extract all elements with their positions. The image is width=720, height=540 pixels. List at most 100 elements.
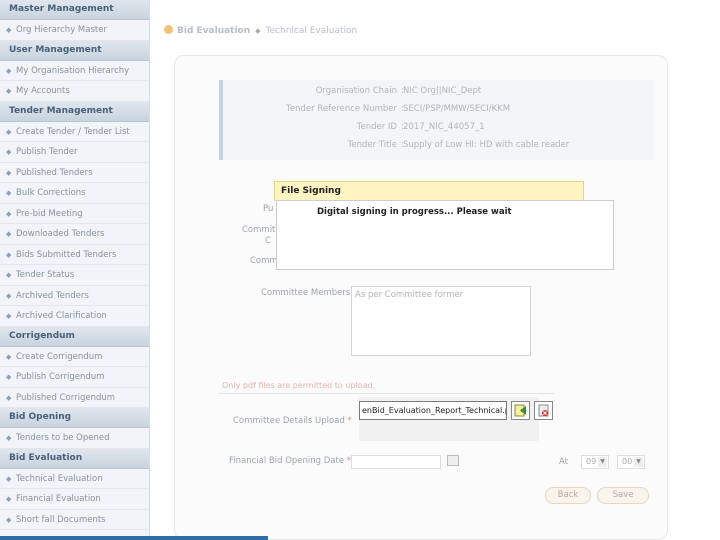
sidebar-item-publish-corrigendum[interactable]: ◆ Publish Corrigendum — [0, 367, 149, 388]
sidebar-item-label: Published Tenders — [16, 167, 93, 178]
sidebar-item-label: Tender Status — [16, 270, 75, 280]
committee-members-label: Committee Members — [261, 288, 351, 298]
reference-label: Tender Reference Number — [286, 104, 397, 114]
signing-progress-message: Digital signing in progress... Please wa… — [317, 207, 512, 217]
bullet-icon: ◆ — [6, 148, 12, 156]
sidebar-section-bid-opening: Bid Opening — [0, 408, 149, 428]
pdf-only-warning: Only pdf files are permitted to upload. — [219, 378, 555, 394]
uploaded-file-name: enBid_Evaluation_Report_Technical.pdf — [359, 401, 507, 420]
sidebar-item-publish-tender[interactable]: ◆ Publish Tender — [0, 142, 149, 163]
breadcrumb-separator-icon: ◆ — [255, 27, 261, 35]
file-signing-dialog: Digital signing in progress... Please wa… — [276, 200, 614, 270]
sidebar-item-label: Pre-bid Meeting — [16, 208, 83, 219]
info-row-tender-id: Tender ID:2017_NIC_44057_1 — [223, 122, 657, 138]
bullet-icon: ◆ — [6, 168, 12, 177]
sidebar-section-user-management: User Management — [0, 40, 149, 61]
bullet-icon: ◆ — [6, 352, 12, 361]
bullet-icon: ◆ — [6, 291, 12, 300]
sidebar-item-label: My Accounts — [16, 86, 70, 96]
sidebar-item-short-fall-documents[interactable]: ◆ Short fall Documents — [0, 509, 149, 530]
upload-box: enBid_Evaluation_Report_Technical.pdf — [359, 397, 553, 441]
tender-info-box: Organisation Chain: NIC Org||NIC_Dept Ten… — [219, 80, 653, 160]
at-label: At — [559, 457, 568, 467]
sidebar-item-published-tenders[interactable]: ◆ Published Tenders — [0, 162, 149, 183]
sidebar-section-master-management: Master Management — [0, 0, 149, 20]
committee-label-2: Comm — [250, 256, 278, 266]
sidebar-item-create-tender[interactable]: ◆ Create Tender / Tender List — [0, 121, 149, 142]
financial-bid-opening-label: Financial Bid Opening Date * — [229, 456, 351, 466]
bullet-icon: ◆ — [6, 66, 12, 75]
org-chain-value: NIC Org||NIC_Dept — [403, 86, 482, 96]
sidebar-item-financial-evaluation[interactable]: ◆ Financial Evaluation — [0, 489, 149, 510]
sidebar-item-downloaded-tenders[interactable]: ◆ Downloaded Tenders — [0, 224, 149, 245]
sidebar-item-label: Archived Tenders — [16, 290, 89, 301]
bullet-icon: ◆ — [6, 209, 12, 218]
dropdown-arrow-icon: ▼ — [598, 457, 607, 467]
bullet-icon: ◆ — [6, 271, 12, 279]
info-row-org-chain: Organisation Chain: NIC Org||NIC_Dept — [223, 86, 657, 102]
sidebar-section-bid-evaluation: Bid Evaluation — [0, 448, 149, 469]
minute-value: 00 — [622, 457, 633, 466]
sidebar-item-tender-status[interactable]: ◆ Tender Status — [0, 265, 149, 286]
sidebar-item-my-accounts[interactable]: ◆ My Accounts — [0, 81, 149, 102]
bullet-icon: ◆ — [6, 26, 12, 34]
bullet-icon: ◆ — [6, 393, 12, 402]
delete-file-icon-svg — [538, 404, 549, 417]
download-file-icon[interactable] — [511, 401, 530, 420]
sidebar-item-label: Tenders to be Opened — [16, 433, 110, 443]
org-chain-label: Organisation Chain — [315, 86, 397, 96]
main-content: Bid Evaluation ◆ Technical Evaluation Orga… — [150, 0, 720, 540]
sidebar-item-my-organisation-hierarchy[interactable]: ◆ My Organisation Hierarchy — [0, 60, 149, 81]
download-file-icon-svg — [514, 404, 526, 417]
tender-title-value: Supply of Low HI: HD with cable reader — [403, 140, 570, 150]
financial-bid-date-input[interactable] — [351, 455, 441, 469]
info-row-reference: Tender Reference Number: SECI/PSP/MMW/SEC… — [223, 104, 657, 120]
sidebar-item-technical-evaluation[interactable]: ◆ Technical Evaluation — [0, 468, 149, 489]
bullet-icon: ◆ — [6, 434, 12, 442]
hour-select[interactable]: 09 ▼ — [581, 455, 609, 469]
sidebar-item-label: Published Corrigendum — [16, 392, 116, 403]
upload-label-text: Committee Details Upload — [233, 416, 345, 426]
reference-value: SECI/PSP/MMW/SECI/KKM — [403, 104, 511, 114]
tender-id-label: Tender ID — [356, 122, 397, 132]
sidebar-item-tenders-to-be-opened[interactable]: ◆ Tenders to be Opened — [0, 428, 149, 449]
sidebar-item-published-corrigendum[interactable]: ◆ Published Corrigendum — [0, 387, 149, 408]
sidebar-section-tender-management: Tender Management — [0, 101, 149, 122]
delete-file-icon[interactable] — [534, 401, 553, 420]
bullet-icon: ◆ — [6, 515, 12, 524]
sidebar-item-label: Org Hierarchy Master — [16, 25, 107, 35]
financial-label-text: Financial Bid Opening Date — [229, 456, 345, 466]
dropdown-arrow-icon: ▼ — [634, 457, 643, 467]
sidebar-item-org-hierarchy-master[interactable]: ◆ Org Hierarchy Master — [0, 20, 149, 41]
calendar-icon[interactable] — [447, 455, 459, 466]
sidebar-item-archived-clarification[interactable]: ◆ Archived Clarification — [0, 306, 149, 327]
committee-upload-label: Committee Details Upload * — [233, 416, 352, 426]
save-button[interactable]: Save — [597, 487, 649, 504]
sidebar-item-label: Bulk Corrections — [16, 188, 86, 198]
breadcrumb-current: Technical Evaluation — [265, 26, 358, 36]
sidebar-item-archived-tenders[interactable]: ◆ Archived Tenders — [0, 285, 149, 306]
sidebar-item-pre-bid-meeting[interactable]: ◆ Pre-bid Meeting — [0, 203, 149, 224]
sidebar-item-bulk-corrections[interactable]: ◆ Bulk Corrections — [0, 183, 149, 204]
pu-label: Pu — [263, 204, 274, 214]
back-button[interactable]: Back — [545, 487, 591, 504]
tender-id-value: 2017_NIC_44057_1 — [403, 122, 485, 132]
sidebar-item-create-corrigendum[interactable]: ◆ Create Corrigendum — [0, 346, 149, 367]
sidebar-item-label: Short fall Documents — [16, 514, 106, 525]
sidebar-item-label: Publish Corrigendum — [16, 372, 105, 382]
sidebar-item-label: Publish Tender — [16, 147, 78, 157]
sidebar-item-label: Financial Evaluation — [16, 494, 101, 504]
sidebar-section-corrigendum: Corrigendum — [0, 326, 149, 347]
bullet-icon: ◆ — [6, 373, 12, 381]
committee-label-1b: C — [265, 236, 271, 246]
sidebar-item-label: Create Corrigendum — [16, 351, 103, 362]
info-row-tender-title: Tender Title: Supply of Low HI: HD with c… — [223, 140, 657, 156]
breadcrumb: Bid Evaluation ◆ Technical Evaluation — [164, 25, 357, 36]
sidebar-item-bids-submitted-tenders[interactable]: ◆ Bids Submitted Tenders — [0, 244, 149, 265]
committee-members-textarea[interactable]: As per Committee former — [351, 286, 531, 356]
status-bar — [0, 536, 268, 540]
breadcrumb-parent[interactable]: Bid Evaluation — [177, 26, 250, 36]
minute-select[interactable]: 00 ▼ — [617, 455, 645, 469]
sidebar-item-label: Technical Evaluation — [16, 473, 103, 484]
bullet-icon: ◆ — [6, 127, 12, 136]
